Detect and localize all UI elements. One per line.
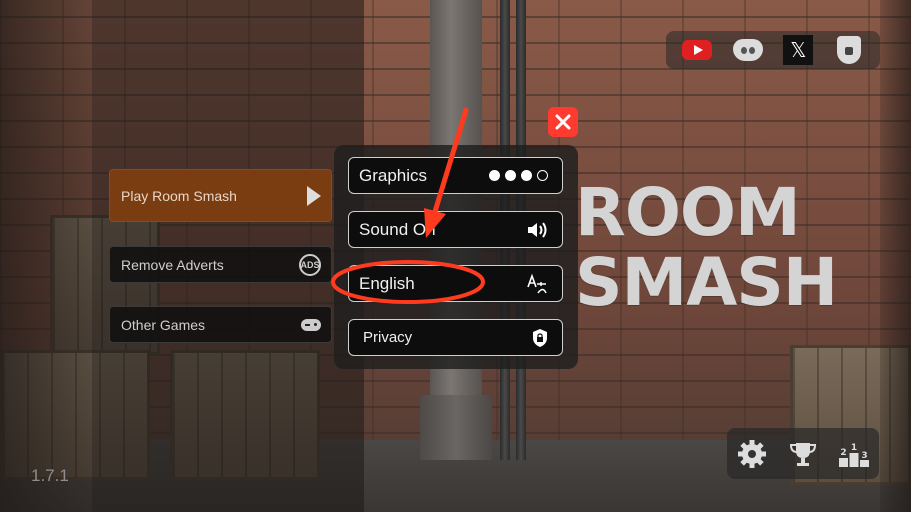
play-button[interactable]: Play Room Smash — [109, 169, 332, 222]
play-label: Play Room Smash — [121, 187, 237, 204]
social-bar: 𝕏 — [666, 31, 880, 69]
close-icon — [555, 114, 571, 130]
youtube-icon — [682, 40, 713, 60]
sound-toggle[interactable]: Sound On — [348, 211, 563, 248]
leaderboard-button[interactable]: 1 2 3 — [835, 435, 873, 473]
x-button[interactable]: 𝕏 — [781, 35, 815, 65]
graphics-setting[interactable]: Graphics — [348, 157, 563, 194]
graphics-dot-filled — [489, 170, 500, 181]
trophy-icon — [789, 442, 816, 466]
youtube-button[interactable] — [680, 35, 714, 65]
sound-label: Sound On — [359, 219, 436, 239]
no-ads-icon: ADS — [299, 253, 321, 276]
settings-button[interactable] — [733, 435, 771, 473]
language-label: English — [359, 273, 415, 293]
remove-adverts-label: Remove Adverts — [121, 256, 224, 273]
pillar-base — [420, 395, 492, 460]
close-button[interactable] — [548, 107, 578, 137]
privacy-shield-button[interactable] — [832, 35, 866, 65]
discord-button[interactable] — [731, 35, 765, 65]
play-icon — [307, 185, 321, 206]
privacy-label: Privacy — [363, 329, 413, 346]
rank-2-label: 2 — [840, 448, 846, 458]
rank-3-label: 3 — [861, 451, 867, 461]
remove-adverts-button[interactable]: Remove Adverts ADS — [109, 246, 332, 283]
gamepad-icon — [301, 318, 321, 331]
other-games-label: Other Games — [121, 316, 206, 333]
other-games-button[interactable]: Other Games — [109, 306, 332, 343]
achievements-button[interactable] — [784, 435, 822, 473]
shield-lock-icon — [532, 328, 548, 348]
rank-1-label: 1 — [851, 443, 857, 453]
graphics-dot-empty — [537, 170, 548, 181]
discord-icon — [732, 39, 763, 61]
podium-icon: 1 2 3 — [838, 443, 869, 467]
speaker-icon — [526, 220, 548, 240]
title-line-2: SMASH — [575, 244, 838, 321]
x-icon: 𝕏 — [783, 35, 814, 65]
bottom-toolbar: 1 2 3 — [727, 428, 879, 479]
graphics-label: Graphics — [359, 165, 428, 185]
title-line-1: ROOM — [575, 174, 801, 251]
wall-shadow-right — [880, 0, 911, 512]
gear-icon — [738, 439, 767, 468]
graphics-dot-filled — [521, 170, 532, 181]
version-label: 1.7.1 — [31, 466, 69, 485]
privacy-button[interactable]: Privacy — [348, 319, 563, 356]
language-selector[interactable]: English — [348, 265, 563, 302]
shield-lock-icon — [836, 36, 861, 64]
graphics-level-indicator — [489, 170, 548, 181]
wall-shadow-left — [0, 0, 92, 512]
graphics-dot-filled — [505, 170, 516, 181]
game-title: ROOM SMASH — [575, 174, 838, 321]
translate-icon — [526, 273, 548, 295]
